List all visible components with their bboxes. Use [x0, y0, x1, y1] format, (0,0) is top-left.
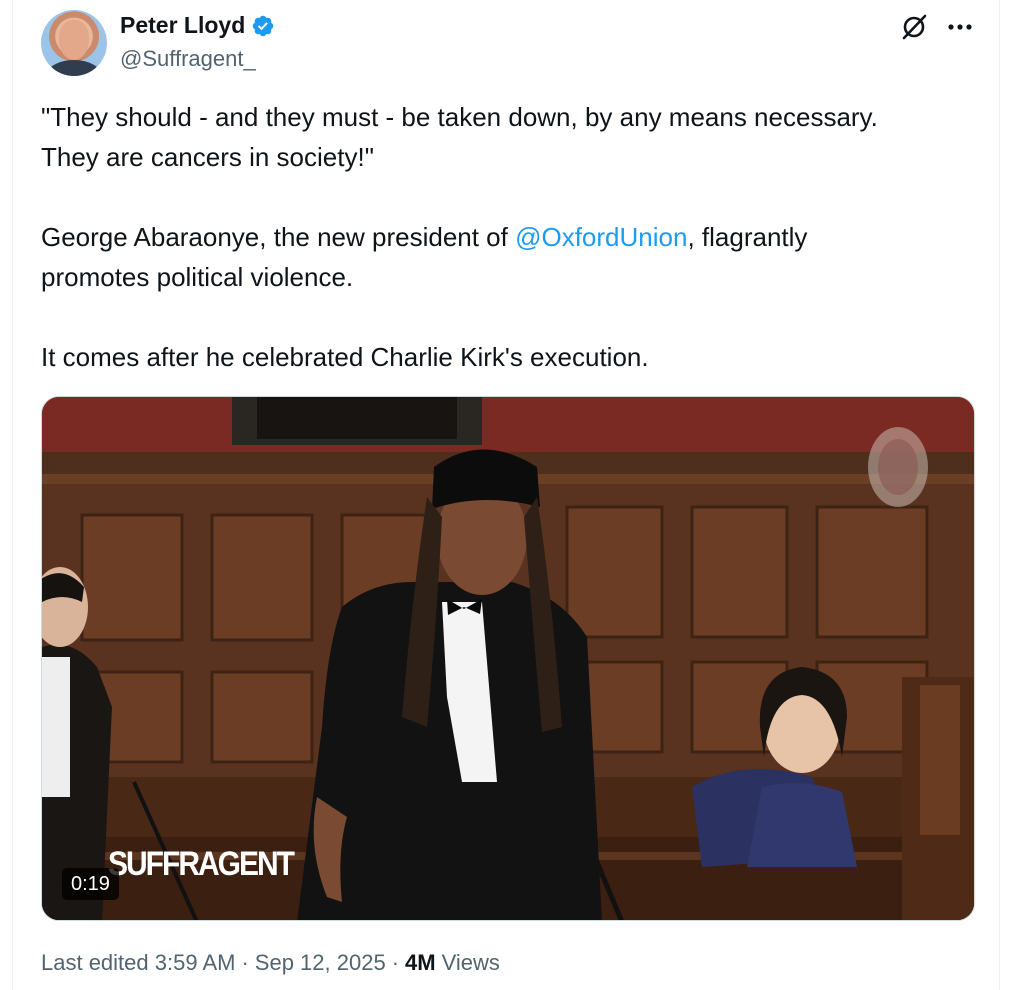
video-duration-badge: 0:19 — [62, 868, 119, 900]
avatar-shirt — [47, 60, 101, 76]
edited-time[interactable]: Last edited 3:59 AM — [41, 950, 235, 976]
tweet-meta: Last edited 3:59 AM · Sep 12, 2025 · 4M … — [41, 950, 500, 976]
more-horizontal-icon[interactable] — [943, 10, 977, 44]
views-label: Views — [441, 950, 500, 975]
tweet-text: "They should - and they must - be taken … — [41, 97, 986, 377]
tweet-paragraph-2-before: George Abaraonye, the new president of — [41, 222, 516, 252]
author-name-row: Peter Lloyd — [120, 12, 275, 39]
video-player[interactable]: SUFFRAGENT 0:19 — [41, 396, 975, 921]
avatar-face — [59, 20, 89, 60]
video-watermark: SUFFRAGENT — [108, 845, 295, 883]
tweet-paragraph-3: It comes after he celebrated Charlie Kir… — [41, 342, 649, 372]
union-crest-icon — [868, 427, 928, 507]
video-frame — [42, 397, 974, 920]
views-count: 4M — [405, 950, 436, 975]
mention-link[interactable]: @OxfordUnion — [515, 222, 687, 252]
author-handle[interactable]: @Suffragent_ — [120, 46, 256, 72]
author-display-name[interactable]: Peter Lloyd — [120, 12, 245, 39]
grok-icon[interactable] — [899, 12, 929, 42]
tweet-paragraph-2: George Abaraonye, the new president of @… — [41, 217, 986, 257]
tweet-date[interactable]: Sep 12, 2025 — [255, 950, 386, 976]
avatar[interactable] — [41, 10, 107, 76]
tweet-card: Peter Lloyd @Suffragent_ "They should - … — [12, 0, 1000, 990]
tweet-paragraph-2-after: , flagrantly — [687, 222, 808, 252]
meta-separator: · — [391, 950, 400, 975]
verified-badge-icon[interactable] — [251, 14, 275, 38]
tweet-quote-line-1: "They should - and they must - be taken … — [41, 102, 878, 132]
tweet-paragraph-2-line-2: promotes political violence. — [41, 262, 354, 292]
tweet-quote-line-2: They are cancers in society!" — [41, 142, 374, 172]
meta-separator: · — [241, 950, 249, 975]
